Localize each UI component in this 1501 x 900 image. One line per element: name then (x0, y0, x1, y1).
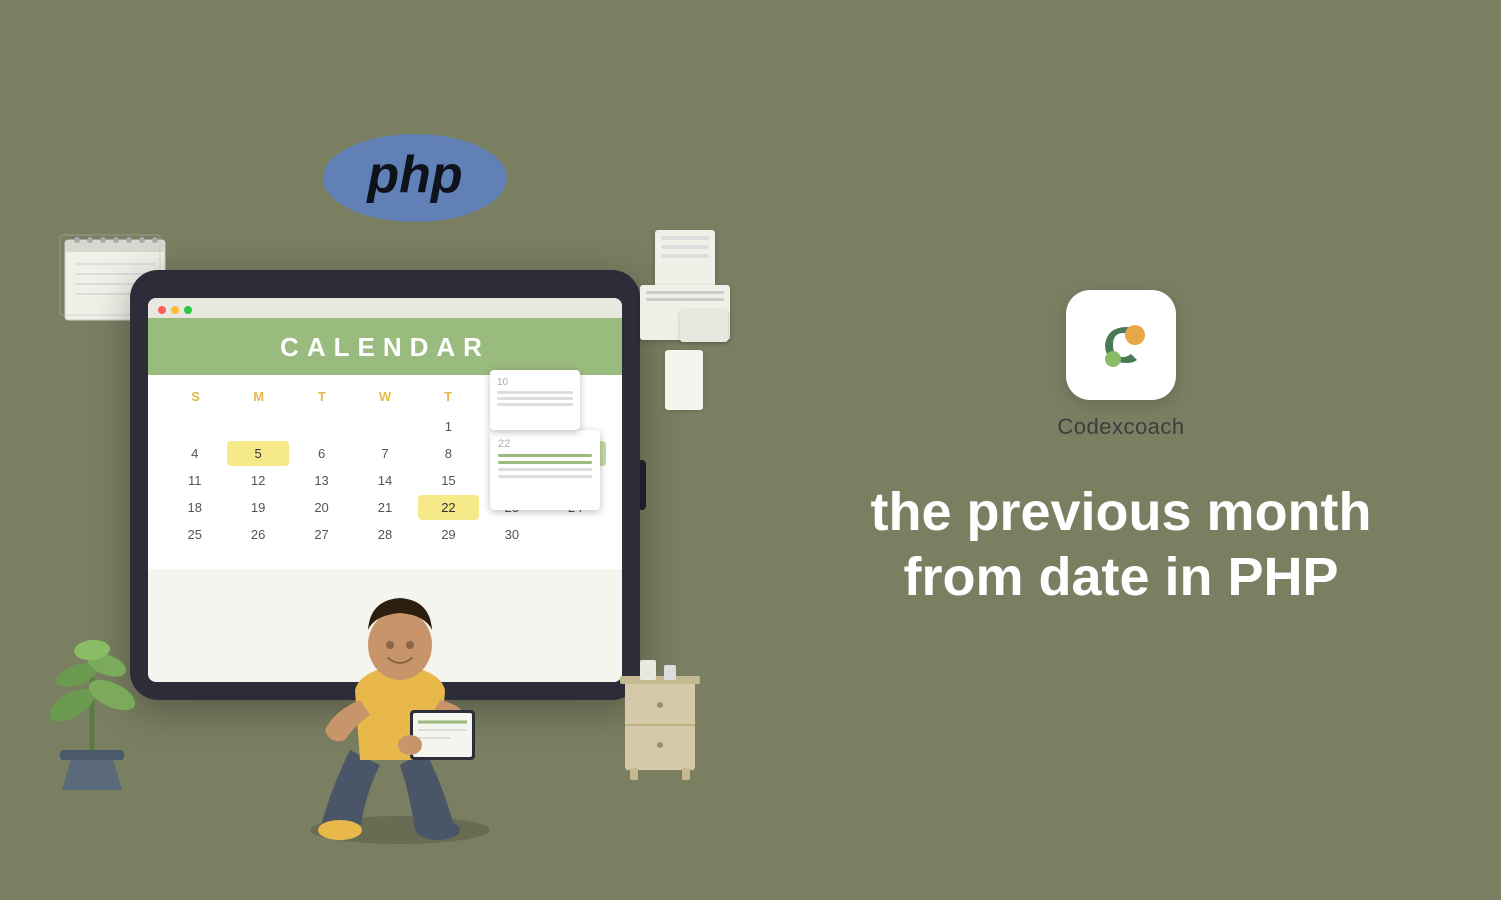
day-t1: T (290, 383, 353, 410)
cal-cell: 5 (227, 441, 288, 466)
cal-cell: 14 (354, 468, 415, 493)
shelf-furniture (620, 650, 700, 780)
cal-cell (545, 522, 606, 547)
deco-card-a (680, 310, 728, 342)
php-logo: php (320, 130, 510, 226)
cal-cell: 4 (164, 441, 225, 466)
main-title: the previous month from date in PHP (870, 480, 1371, 610)
cal-cell: 13 (291, 468, 352, 493)
tablet-button (640, 460, 646, 510)
right-content: Codexcoach the previous month from date … (801, 0, 1441, 900)
tablet-dots (148, 298, 622, 318)
cal-cell: 15 (418, 468, 479, 493)
plant (42, 595, 142, 800)
cal-cell: 12 (227, 468, 288, 493)
cal-cell: 25 (164, 522, 225, 547)
calendar-title: CALENDAR (158, 332, 612, 363)
cal-cell: 7 (354, 441, 415, 466)
deco-card-b (665, 350, 703, 410)
cal-cell: 1 (418, 414, 479, 439)
person-illustration (270, 510, 530, 850)
day-m: M (227, 383, 290, 410)
cal-cell: 18 (164, 495, 225, 520)
cal-cell: 11 (164, 468, 225, 493)
day-t2: T (417, 383, 480, 410)
dot-red (158, 306, 166, 314)
cal-cell (354, 414, 415, 439)
cal-cell: 8 (418, 441, 479, 466)
brand-name-label: Codexcoach (1057, 414, 1184, 440)
dot-green (184, 306, 192, 314)
brand-icon (1066, 290, 1176, 400)
day-w: W (353, 383, 416, 410)
title-line-2: from date in PHP (903, 547, 1338, 607)
dot-yellow (171, 306, 179, 314)
float-note-10: 10 (490, 370, 580, 430)
cal-cell (227, 414, 288, 439)
float-note-22: 22 (490, 430, 600, 510)
day-s1: S (164, 383, 227, 410)
calendar-header: CALENDAR (148, 318, 622, 375)
svg-text:php: php (365, 146, 462, 204)
cal-cell: 6 (291, 441, 352, 466)
cal-cell (291, 414, 352, 439)
title-line-1: the previous month (870, 482, 1371, 542)
brand-section: Codexcoach (1057, 290, 1184, 440)
cal-cell (164, 549, 225, 559)
left-illustration: php (0, 0, 750, 900)
cal-cell (164, 414, 225, 439)
